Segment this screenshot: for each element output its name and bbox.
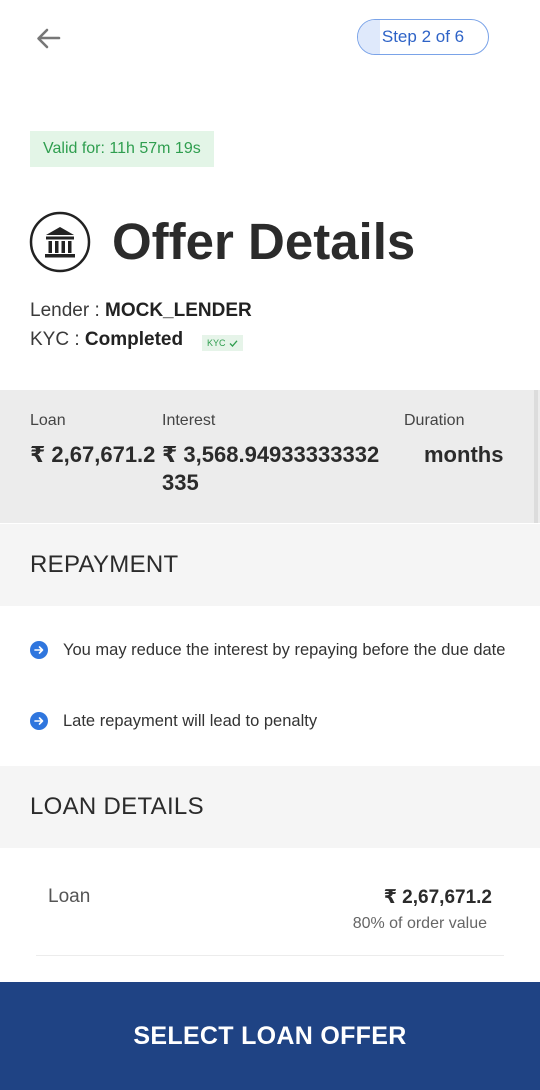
loan-detail-subtext: 80% of order value: [352, 915, 487, 932]
back-button[interactable]: [28, 20, 68, 60]
kyc-label: KYC :: [30, 329, 85, 350]
repayment-title: REPAYMENT: [30, 551, 179, 578]
summary-duration-label: Duration: [404, 412, 465, 429]
loan-details-header: LOAN DETAILS: [0, 766, 540, 848]
loan-detail-label: Loan: [48, 886, 91, 907]
summary-interest-label: Interest: [162, 412, 216, 429]
lender-value: MOCK_LENDER: [105, 300, 252, 321]
check-icon: [229, 339, 238, 347]
page-title: Offer Details: [112, 213, 416, 270]
kyc-badge: KYC: [202, 335, 243, 351]
arrow-left-icon: [37, 28, 61, 49]
repayment-header: REPAYMENT: [0, 524, 540, 606]
arrow-right-circle-icon: [30, 641, 48, 659]
step-label: Step 2 of 6: [381, 27, 465, 46]
summary-duration-value: months: [424, 442, 504, 467]
kyc-badge-label: KYC: [207, 338, 226, 348]
summary-interest-value: ₹ 3,568.94933333332: [162, 442, 380, 467]
select-loan-offer-button[interactable]: SELECT LOAN OFFER: [0, 982, 540, 1090]
offer-summary: Loan Interest Duration ₹ 2,67,671.2 ₹ 3,…: [0, 390, 540, 523]
bank-icon: [29, 211, 91, 273]
summary-loan-value: ₹ 2,67,671.2: [30, 442, 156, 467]
repayment-item: Late repayment will lead to penalty: [63, 712, 318, 730]
kyc-info: KYC : Completed: [30, 329, 183, 351]
kyc-value: Completed: [84, 329, 184, 350]
arrow-right-circle-icon: [30, 712, 48, 730]
lender-label: Lender :: [30, 300, 105, 321]
validity-badge: Valid for: 11h 57m 19s: [30, 131, 214, 167]
summary-loan-label: Loan: [30, 412, 66, 429]
lender-info: Lender : MOCK_LENDER: [30, 300, 252, 322]
summary-interest-value-cont: 335: [162, 470, 199, 495]
scrollbar[interactable]: [534, 390, 538, 523]
loan-detail-amount: ₹ 2,67,671.2: [383, 887, 492, 908]
loan-details-title: LOAN DETAILS: [30, 793, 204, 820]
divider: [36, 955, 504, 956]
repayment-item: You may reduce the interest by repaying …: [63, 641, 506, 659]
step-indicator: Step 2 of 6: [357, 19, 489, 55]
